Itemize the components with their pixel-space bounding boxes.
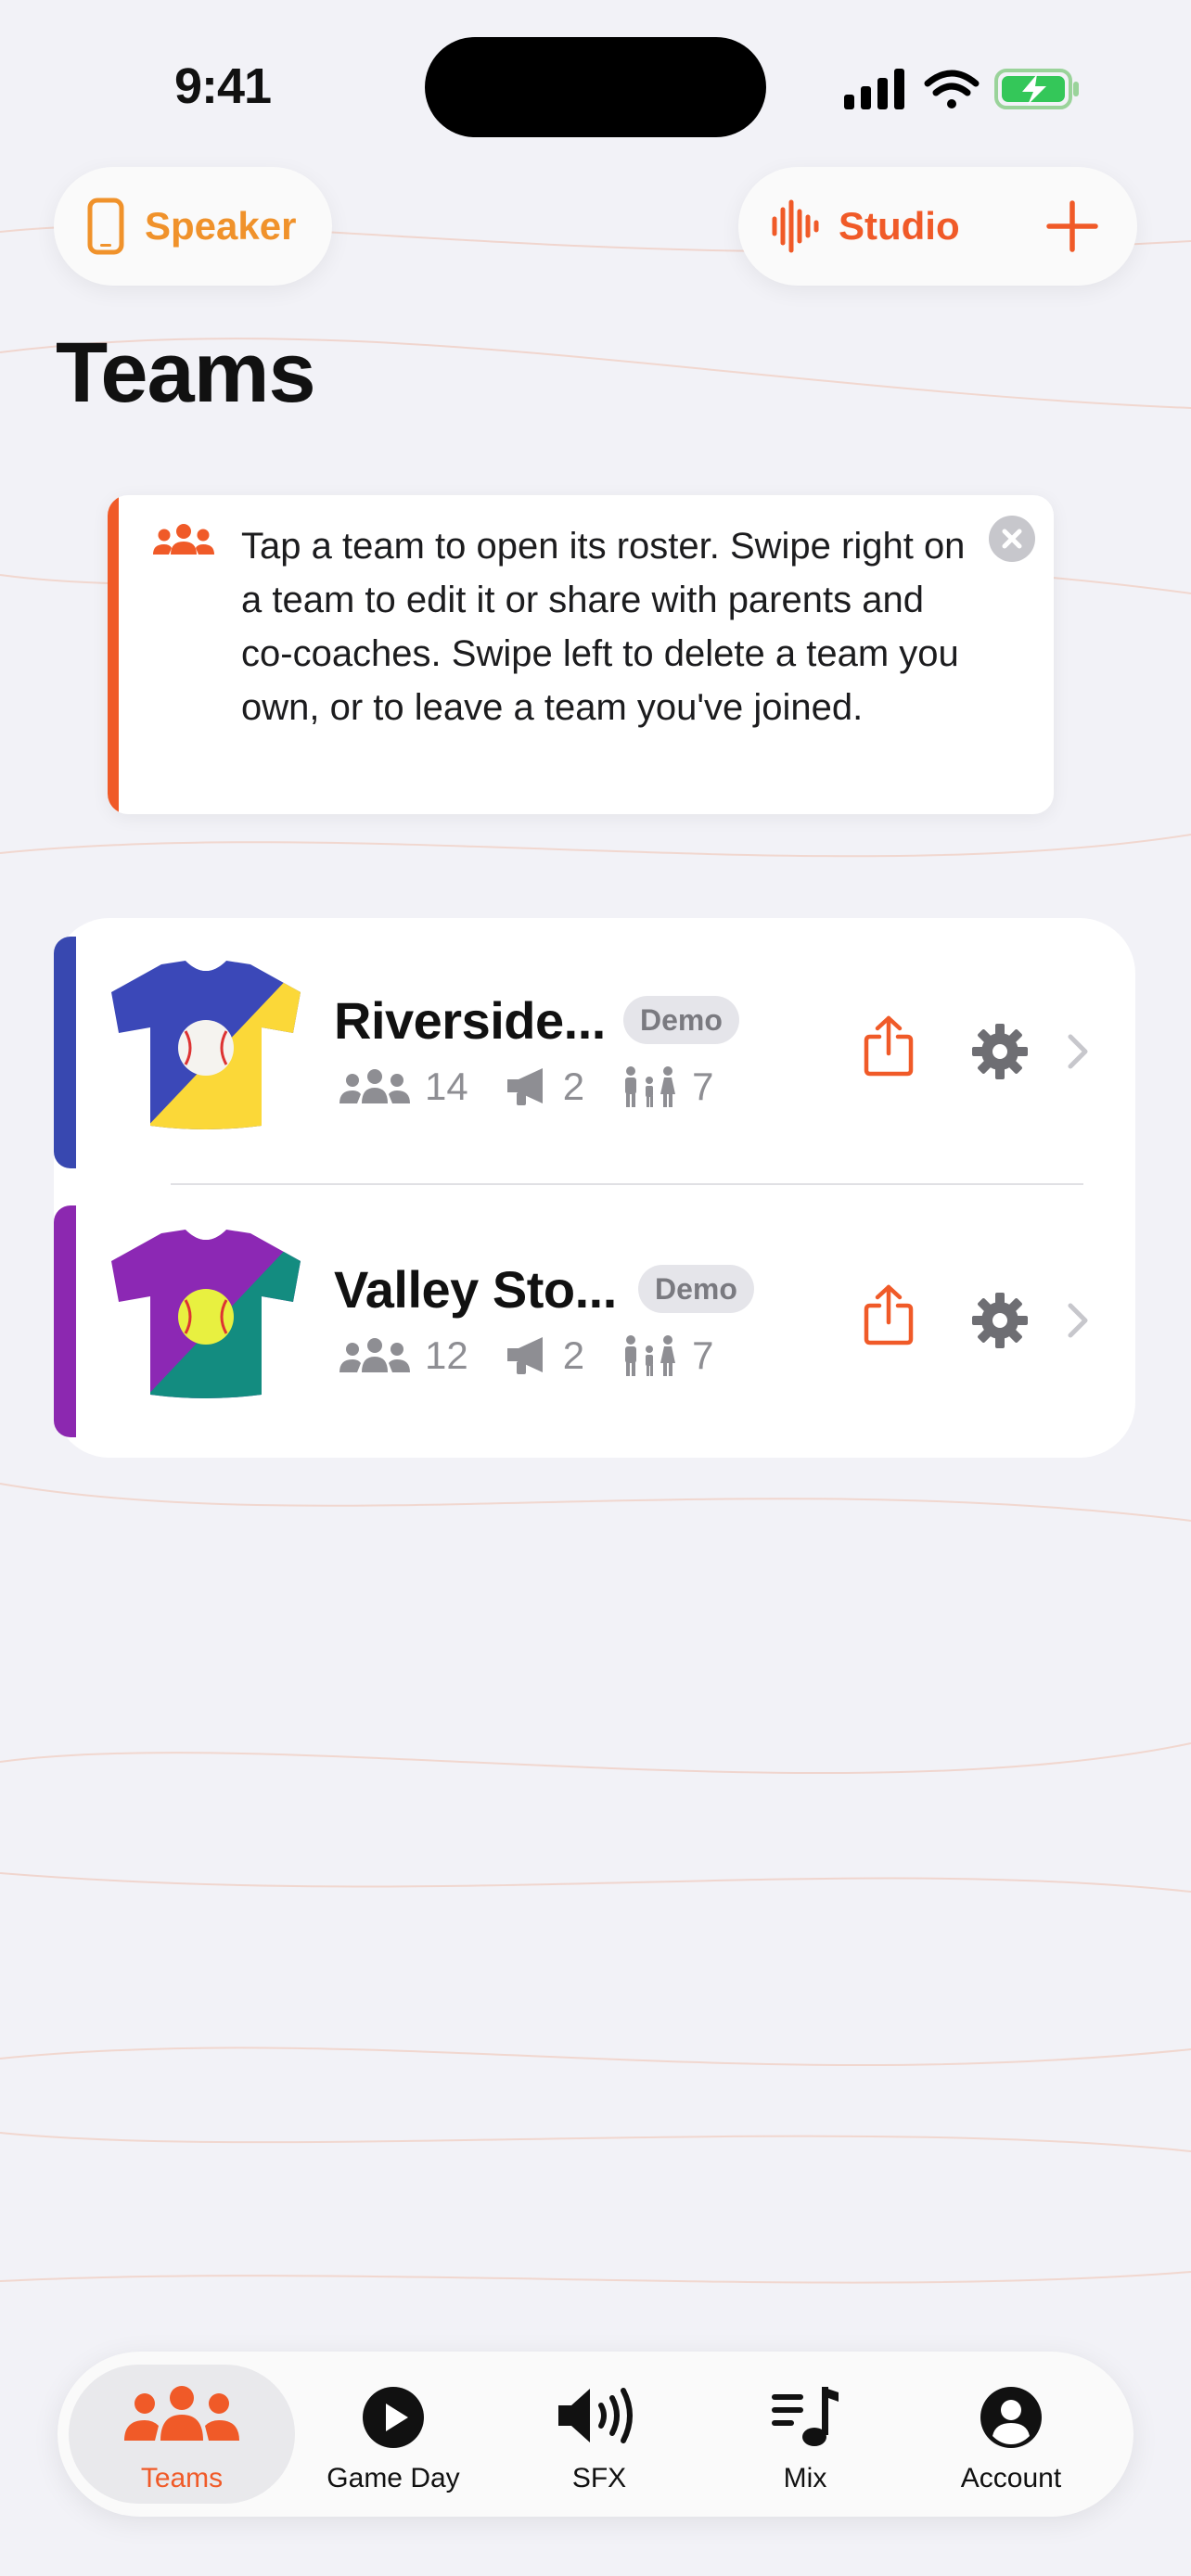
team-jersey-icon (111, 1230, 301, 1398)
team-color-stripe (54, 937, 76, 1168)
tab-bar: Teams Game Day SFX Mix Account (58, 2352, 1133, 2517)
chevron-right-icon (1068, 1034, 1088, 1069)
play-icon (363, 2387, 424, 2448)
close-icon (1002, 529, 1022, 549)
tab-sfx[interactable]: SFX (486, 2365, 712, 2504)
tip-text: Tap a team to open its roster. Swipe rig… (241, 526, 966, 728)
people-icon (153, 524, 214, 555)
speaker-label: Speaker (145, 204, 297, 248)
families-count: 7 (692, 1333, 714, 1377)
announcers-stat: 2 (504, 1065, 584, 1109)
players-count: 14 (425, 1065, 468, 1108)
players-stat: 12 (338, 1333, 468, 1378)
page-title: Teams (56, 325, 316, 420)
chevron-right-icon (1068, 1303, 1088, 1338)
share-icon[interactable] (863, 1283, 915, 1346)
tip-close-button[interactable] (989, 516, 1035, 562)
family-icon (625, 1066, 676, 1107)
family-icon (625, 1335, 676, 1376)
team-name: Riverside... (334, 991, 606, 1050)
studio-button[interactable]: Studio (738, 167, 1137, 286)
team-list: Riverside... Demo 14 2 7 Valley Sto... D… (54, 918, 1135, 1458)
team-stats: 14 2 7 (338, 1065, 749, 1109)
waveform-icon (772, 199, 819, 253)
gear-icon[interactable] (970, 1291, 1030, 1350)
cellular-signal-icon (844, 69, 904, 109)
tab-game-day[interactable]: Game Day (280, 2365, 506, 2504)
speaker-button[interactable]: Speaker (54, 167, 332, 286)
announcers-count: 2 (562, 1333, 585, 1377)
families-stat: 7 (620, 1333, 713, 1378)
announcers-count: 2 (562, 1065, 585, 1108)
wifi-icon (924, 70, 980, 108)
megaphone-icon (506, 1337, 543, 1374)
team-stats: 12 2 7 (338, 1333, 749, 1378)
demo-badge: Demo (623, 996, 739, 1044)
people-icon (124, 2386, 239, 2441)
families-stat: 7 (620, 1065, 713, 1109)
announcers-stat: 2 (504, 1333, 584, 1378)
families-count: 7 (692, 1065, 714, 1108)
tab-account[interactable]: Account (898, 2365, 1124, 2504)
tab-teams[interactable]: Teams (69, 2365, 295, 2504)
tab-label: Mix (783, 2463, 827, 2493)
demo-badge: Demo (638, 1265, 754, 1313)
dynamic-island (425, 37, 766, 137)
players-stat: 14 (338, 1065, 468, 1109)
people-icon (339, 1338, 410, 1372)
person-circle-icon (980, 2387, 1042, 2448)
speaker-icon (558, 2388, 633, 2443)
studio-label: Studio (839, 204, 960, 248)
gear-icon[interactable] (970, 1022, 1030, 1081)
team-row[interactable]: Valley Sto... Demo 12 2 7 (54, 1187, 1135, 1437)
phone-icon (87, 198, 124, 255)
music-list-icon (772, 2387, 839, 2446)
tab-label: Account (960, 2463, 1062, 2493)
tab-label: Game Day (327, 2463, 460, 2493)
status-icons (842, 61, 1083, 117)
battery-charging-icon (994, 69, 1079, 109)
people-icon (339, 1069, 410, 1103)
share-icon[interactable] (863, 1014, 915, 1078)
players-count: 12 (425, 1333, 468, 1377)
tab-label: Teams (140, 2463, 224, 2493)
team-row[interactable]: Riverside... Demo 14 2 7 (54, 918, 1135, 1168)
megaphone-icon (506, 1068, 543, 1105)
list-divider (171, 1183, 1083, 1185)
team-name: Valley Sto... (334, 1260, 617, 1319)
team-color-stripe (54, 1205, 76, 1437)
tab-label: SFX (571, 2463, 627, 2493)
tip-accent-bar (108, 495, 119, 814)
team-jersey-icon (111, 961, 301, 1129)
status-time: 9:41 (174, 58, 272, 114)
tab-mix[interactable]: Mix (692, 2365, 918, 2504)
add-team-icon[interactable] (1044, 198, 1100, 254)
tip-card: Tap a team to open its roster. Swipe rig… (108, 495, 1054, 814)
